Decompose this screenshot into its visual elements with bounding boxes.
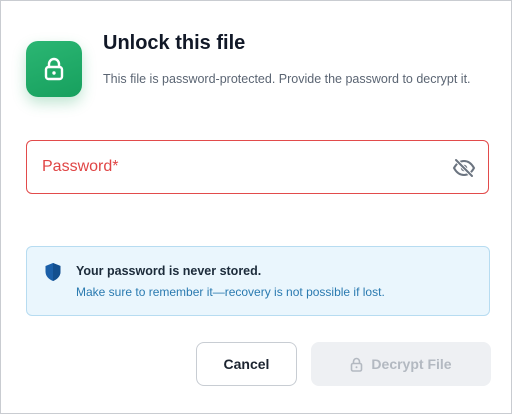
unlock-file-dialog: Unlock this file This file is password-p… (0, 0, 512, 414)
shield-icon (45, 263, 61, 281)
notice-detail: Make sure to remember it—recovery is not… (76, 285, 385, 299)
password-label: Password* (42, 158, 119, 175)
eye-off-icon[interactable] (452, 156, 476, 180)
dialog-subtitle: This file is password-protected. Provide… (103, 72, 471, 86)
lock-icon (44, 57, 64, 81)
lock-icon (351, 357, 363, 372)
cancel-button-label: Cancel (223, 356, 270, 372)
decrypt-file-button[interactable]: Decrypt File (311, 342, 491, 386)
cancel-button[interactable]: Cancel (196, 342, 297, 386)
decrypt-button-label: Decrypt File (371, 356, 452, 372)
notice-heading: Your password is never stored. (76, 264, 262, 278)
lock-badge (26, 41, 82, 97)
password-field[interactable]: Password* (26, 140, 489, 194)
dialog-title: Unlock this file (103, 32, 246, 54)
security-notice: Your password is never stored. Make sure… (26, 246, 490, 316)
